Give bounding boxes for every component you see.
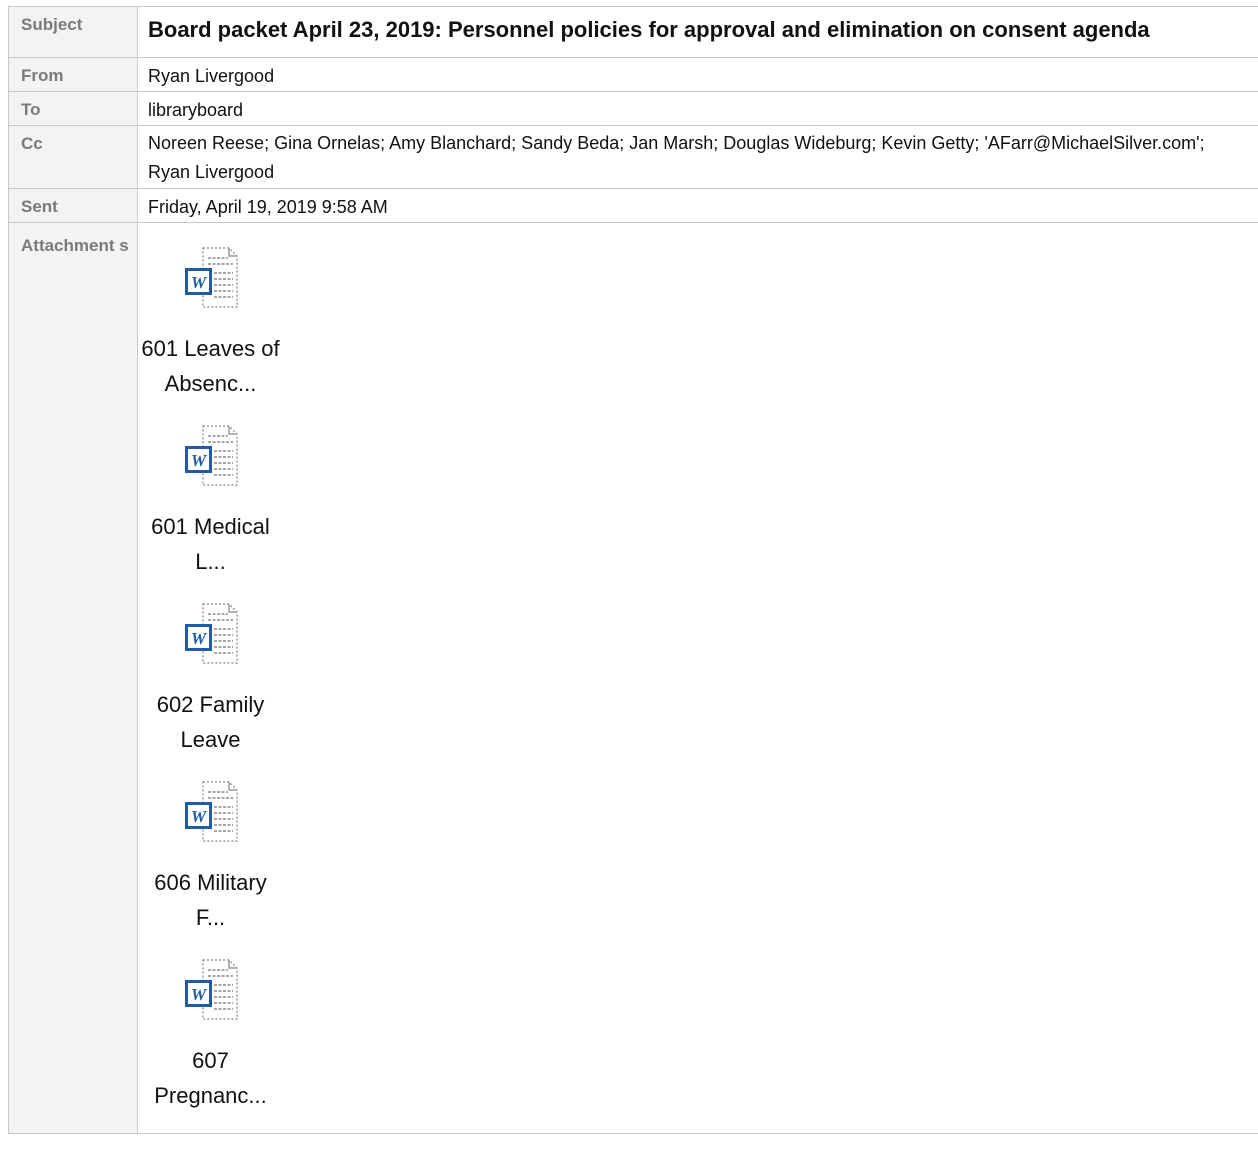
attachment-list: W 601 Leaves of Absenc... W 601 Medical …	[138, 223, 1258, 1113]
svg-text:W: W	[190, 451, 207, 470]
to-value[interactable]: libraryboard	[137, 91, 1258, 126]
attachment-name[interactable]: 606 Military F...	[138, 865, 283, 935]
sent-value: Friday, April 19, 2019 9:58 AM	[137, 188, 1258, 223]
to-row: To libraryboard	[8, 91, 1258, 126]
from-label: From	[8, 57, 138, 92]
word-document-icon: W	[184, 959, 238, 1020]
sent-label: Sent	[8, 188, 138, 223]
attachment-item[interactable]: W 602 Family Leave	[138, 599, 283, 757]
cc-label: Cc	[8, 125, 138, 189]
attachment-item[interactable]: W 601 Leaves of Absenc...	[138, 243, 283, 401]
attachment-name[interactable]: 602 Family Leave	[138, 687, 283, 757]
svg-text:W: W	[190, 985, 207, 1004]
attachment-item[interactable]: W 606 Military F...	[138, 777, 283, 935]
attachment-item[interactable]: W 607 Pregnanc...	[138, 955, 283, 1113]
from-row: From Ryan Livergood	[8, 57, 1258, 92]
word-document-icon: W	[184, 603, 238, 664]
from-value[interactable]: Ryan Livergood	[137, 57, 1258, 92]
word-document-icon: W	[184, 247, 238, 308]
to-label: To	[8, 91, 138, 126]
word-document-icon: W	[184, 781, 238, 842]
attachment-item[interactable]: W 601 Medical L...	[138, 421, 283, 579]
attachment-name[interactable]: 601 Medical L...	[138, 509, 283, 579]
svg-text:W: W	[190, 273, 207, 292]
attachments-label: Attachment s	[8, 222, 138, 1134]
word-document-icon: W	[184, 425, 238, 486]
cc-value[interactable]: Noreen Reese; Gina Ornelas; Amy Blanchar…	[137, 125, 1258, 189]
subject-row: Subject Board packet April 23, 2019: Per…	[8, 6, 1258, 58]
cc-row: Cc Noreen Reese; Gina Ornelas; Amy Blanc…	[8, 125, 1258, 189]
email-header-table: Subject Board packet April 23, 2019: Per…	[8, 6, 1258, 1134]
svg-text:W: W	[190, 629, 207, 648]
svg-text:W: W	[190, 807, 207, 826]
sent-row: Sent Friday, April 19, 2019 9:58 AM	[8, 188, 1258, 223]
subject-value: Board packet April 23, 2019: Personnel p…	[137, 6, 1258, 58]
attachment-name[interactable]: 607 Pregnanc...	[138, 1043, 283, 1113]
attachments-cell: W 601 Leaves of Absenc... W 601 Medical …	[137, 222, 1258, 1134]
attachments-row: Attachment s W 601 Leaves of Absenc... W…	[8, 222, 1258, 1134]
attachment-name[interactable]: 601 Leaves of Absenc...	[138, 331, 283, 401]
subject-label: Subject	[8, 6, 138, 58]
